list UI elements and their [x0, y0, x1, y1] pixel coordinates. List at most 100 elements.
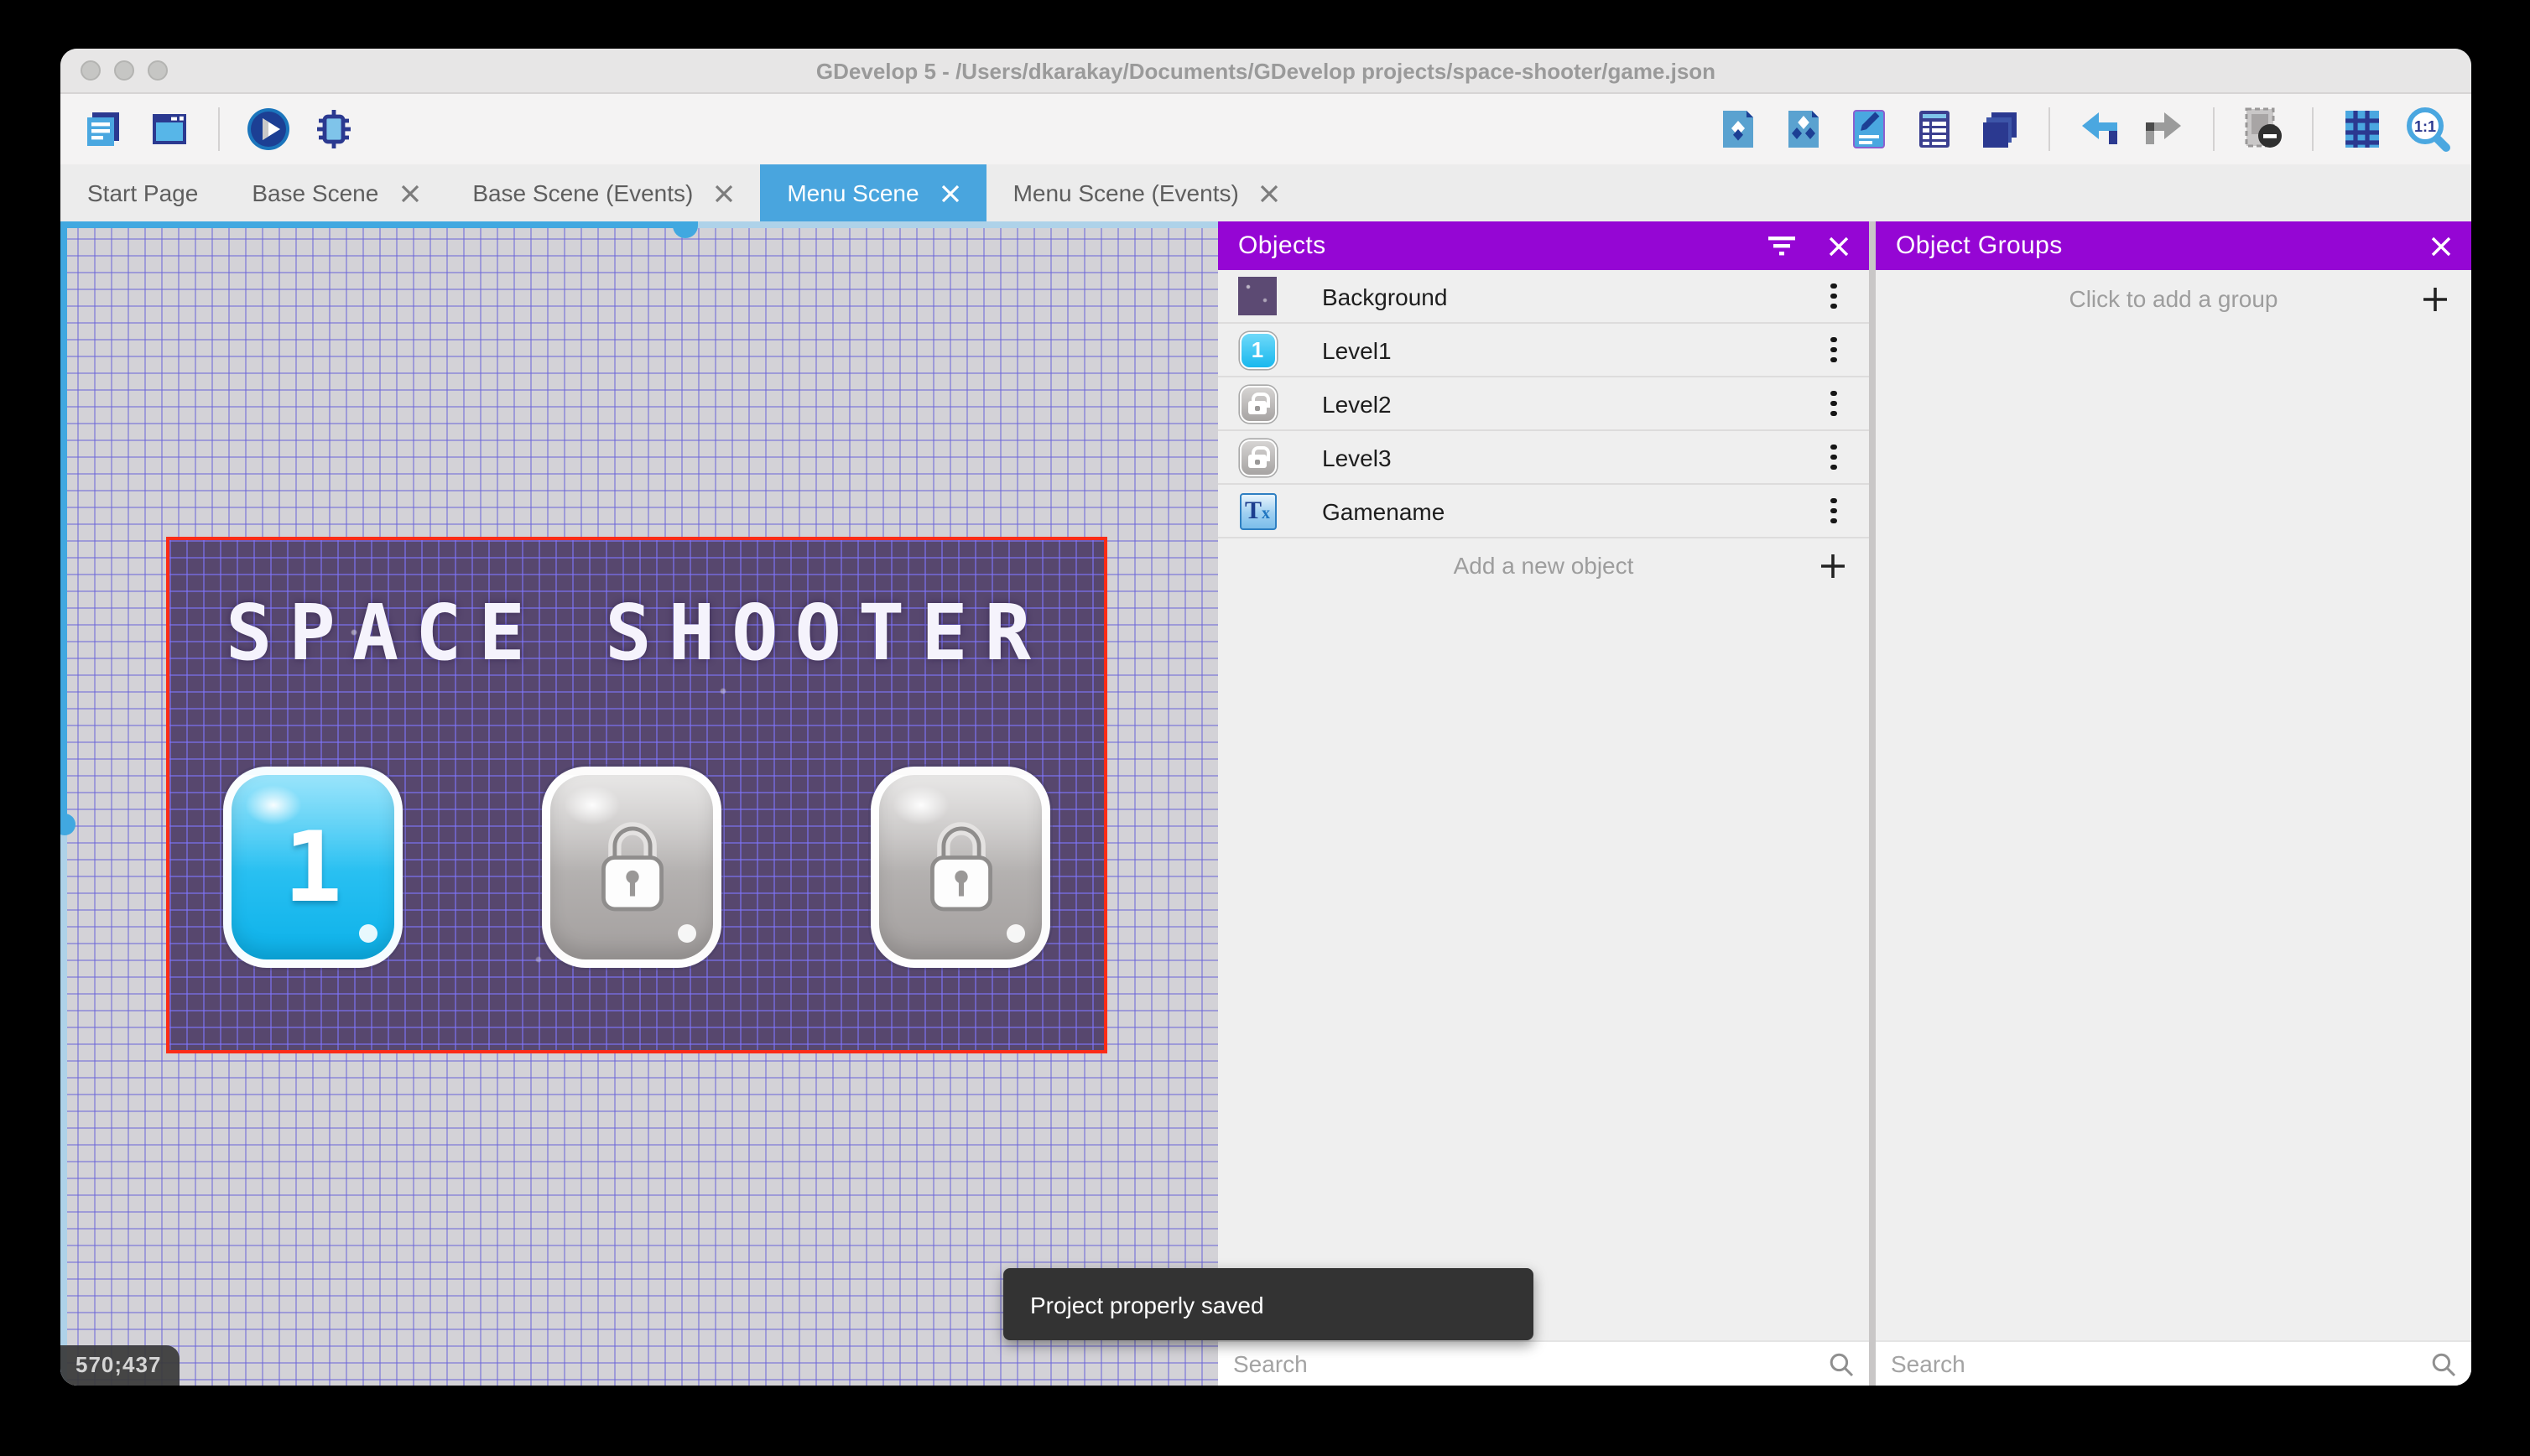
panel-divider[interactable]	[1869, 221, 1876, 1386]
object-menu-icon[interactable]	[1830, 497, 1837, 524]
horizontal-scrollbar-thumb[interactable]	[673, 221, 698, 238]
redo-icon[interactable]	[2141, 106, 2188, 153]
window-mask-icon[interactable]	[2240, 106, 2287, 153]
add-group-row[interactable]: Click to add a group	[1876, 270, 2471, 327]
tab-label: Start Page	[87, 179, 199, 206]
search-icon	[1830, 1352, 1854, 1376]
close-icon[interactable]	[1829, 236, 1849, 256]
save-toast: Project properly saved	[1003, 1268, 1533, 1340]
close-icon[interactable]	[2431, 236, 2451, 256]
object-menu-icon[interactable]	[1830, 444, 1837, 471]
object-row-level2[interactable]: Level2	[1218, 377, 1869, 431]
level1-button-object[interactable]: 1	[223, 767, 403, 968]
object-groups-panel-header: Object Groups	[1876, 221, 2471, 270]
lock-icon	[1248, 393, 1270, 414]
locked-button-thumbnail	[1239, 439, 1276, 476]
filter-icon[interactable]	[1768, 236, 1795, 256]
debug-icon[interactable]	[310, 106, 357, 153]
objects-panel-title: Objects	[1238, 231, 1326, 260]
properties-icon[interactable]	[1845, 106, 1892, 153]
vertical-scrollbar[interactable]	[60, 221, 75, 1386]
horizontal-scrollbar[interactable]	[60, 221, 1218, 238]
zoom-icon-label: 1:1	[2414, 118, 2436, 135]
objects-list: Background 1 Level1 Level2 Level3 T x Ga…	[1218, 270, 1869, 1340]
tab-label: Base Scene (Events)	[472, 179, 694, 206]
tab-label: Base Scene	[252, 179, 379, 206]
add-object-row[interactable]: Add a new object	[1218, 538, 1869, 592]
level3-button-object[interactable]	[871, 767, 1050, 968]
zoom-original-icon[interactable]: 1:1	[2404, 106, 2451, 153]
toolbar-divider	[218, 107, 220, 151]
tab-label: Menu Scene	[787, 179, 919, 206]
traffic-lights	[81, 60, 168, 81]
close-window-button[interactable]	[81, 60, 101, 81]
tab-bar: Start Page Base Scene Base Scene (Events…	[60, 164, 2471, 221]
lock-icon	[1248, 446, 1270, 468]
add-group-plus-icon[interactable]	[2423, 286, 2448, 311]
tab-menu-scene[interactable]: Menu Scene	[760, 164, 986, 221]
search-icon	[2432, 1352, 2456, 1376]
toolbar-divider	[2048, 107, 2050, 151]
object-row-gamename[interactable]: Tx Gamename	[1218, 485, 1869, 538]
lock-icon	[929, 822, 992, 912]
object-menu-icon[interactable]	[1830, 390, 1837, 417]
toolbar-right-group: 1:1	[1715, 106, 2451, 153]
tab-start-page[interactable]: Start Page	[60, 164, 225, 221]
close-tab-icon[interactable]	[1261, 184, 1279, 202]
game-title-text-object[interactable]: SPACE SHOOTER	[169, 587, 1104, 678]
minimize-window-button[interactable]	[114, 60, 134, 81]
object-groups-panel-title: Object Groups	[1896, 231, 2063, 260]
toolbar-left-group	[81, 106, 357, 153]
level1-button-label: 1	[284, 810, 342, 924]
zoom-window-button[interactable]	[148, 60, 168, 81]
object-row-level3[interactable]: Level3	[1218, 431, 1869, 485]
close-tab-icon[interactable]	[941, 184, 960, 202]
add-object-plus-icon[interactable]	[1820, 553, 1845, 578]
tab-base-scene-events[interactable]: Base Scene (Events)	[445, 164, 760, 221]
tab-base-scene[interactable]: Base Scene	[225, 164, 445, 221]
objects-panel-icon[interactable]	[1715, 106, 1762, 153]
window-title: GDevelop 5 - /Users/dkarakay/Documents/G…	[815, 58, 1716, 83]
object-name: Level3	[1322, 444, 1392, 471]
grid-icon[interactable]	[2339, 106, 2386, 153]
objects-search-bar	[1218, 1340, 1869, 1386]
preview-play-icon[interactable]	[245, 106, 292, 153]
object-menu-icon[interactable]	[1830, 283, 1837, 309]
screenshot-stage: GDevelop 5 - /Users/dkarakay/Documents/G…	[0, 0, 2530, 1456]
layers-icon[interactable]	[1976, 106, 2023, 153]
cursor-coordinates-badge: 570;437	[60, 1345, 180, 1386]
instances-list-icon[interactable]	[1911, 106, 1958, 153]
horizontal-scrollbar-fill	[60, 221, 685, 228]
object-name: Gamename	[1322, 497, 1445, 524]
toolbar-divider	[2312, 107, 2314, 151]
objects-search-input[interactable]	[1233, 1350, 1829, 1377]
scene-background-object[interactable]: SPACE SHOOTER 1	[166, 537, 1107, 1053]
close-tab-icon[interactable]	[715, 184, 733, 202]
undo-icon[interactable]	[2075, 106, 2122, 153]
background-thumbnail	[1238, 277, 1277, 315]
scene-editor-canvas[interactable]: SPACE SHOOTER 1 570;437	[60, 221, 1218, 1386]
tab-label: Menu Scene (Events)	[1013, 179, 1239, 206]
objects-panel: Objects Background 1 Level1 Level2 Level…	[1218, 221, 1869, 1386]
groups-search-bar	[1876, 1340, 2471, 1386]
vertical-scrollbar-thumb[interactable]	[60, 814, 75, 835]
add-object-label: Add a new object	[1453, 552, 1634, 579]
locked-button-thumbnail	[1239, 385, 1276, 422]
object-row-background[interactable]: Background	[1218, 270, 1869, 324]
text-object-thumbnail: Tx	[1239, 492, 1276, 529]
level2-button-object[interactable]	[542, 767, 721, 968]
editor-content: SPACE SHOOTER 1 570;437 Objects Backgrou…	[60, 221, 2471, 1386]
project-manager-icon[interactable]	[81, 106, 128, 153]
close-tab-icon[interactable]	[400, 184, 419, 202]
object-groups-panel: Object Groups Click to add a group	[1876, 221, 2471, 1386]
add-group-label: Click to add a group	[2069, 285, 2278, 312]
groups-search-input[interactable]	[1891, 1350, 2431, 1377]
object-groups-icon[interactable]	[1780, 106, 1827, 153]
tab-menu-scene-events[interactable]: Menu Scene (Events)	[986, 164, 1306, 221]
toolbar-divider	[2213, 107, 2215, 151]
object-name: Level2	[1322, 390, 1392, 417]
object-name: Level1	[1322, 336, 1392, 363]
scene-window-icon[interactable]	[146, 106, 193, 153]
object-row-level1[interactable]: 1 Level1	[1218, 324, 1869, 377]
object-menu-icon[interactable]	[1830, 336, 1837, 363]
